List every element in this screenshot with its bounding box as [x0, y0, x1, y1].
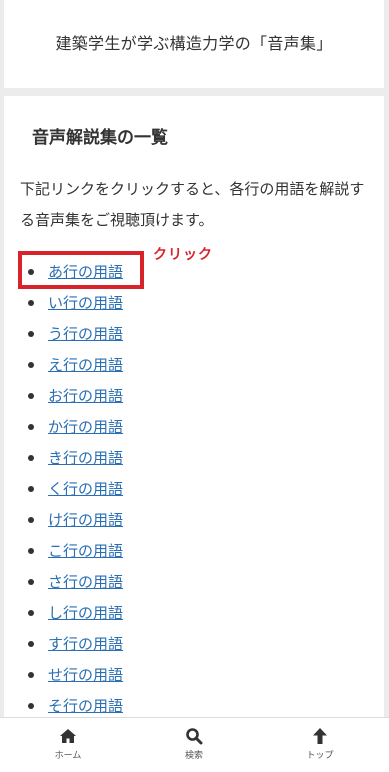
site-title[interactable]: 建築学生が学ぶ構造力学の「音声集」 — [4, 30, 384, 54]
page-title: 音声解説集の一覧 — [32, 128, 168, 148]
bullet — [28, 424, 34, 430]
term-link-se[interactable]: せ行の用語 — [48, 663, 123, 687]
intro-text: 下記リンクをクリックすると、各行の用語を解説する音声集をご視聴頂けます。 — [20, 180, 365, 229]
nav-search-button[interactable]: 検索 — [134, 718, 254, 772]
arrow-up-icon — [313, 728, 327, 744]
term-link-su[interactable]: す行の用語 — [48, 632, 123, 656]
nav-search-label: 検索 — [184, 751, 203, 761]
bullet — [28, 548, 34, 554]
term-link-sa[interactable]: さ行の用語 — [48, 570, 123, 594]
bullet — [28, 610, 34, 616]
bullet — [28, 300, 34, 306]
bullet — [28, 455, 34, 461]
home-icon — [60, 729, 76, 743]
bullet — [28, 517, 34, 523]
term-link-u[interactable]: う行の用語 — [48, 322, 123, 346]
bullet — [28, 703, 34, 709]
highlight-box — [18, 251, 144, 289]
term-link-shi[interactable]: し行の用語 — [48, 601, 123, 625]
term-link-ko[interactable]: こ行の用語 — [48, 539, 123, 563]
bullet — [28, 331, 34, 337]
term-link-ka[interactable]: か行の用語 — [48, 415, 123, 439]
bullet — [28, 579, 34, 585]
term-link-o[interactable]: お行の用語 — [48, 384, 123, 408]
site-header: 建築学生が学ぶ構造力学の「音声集」 — [4, 0, 384, 88]
nav-home-label: ホーム — [54, 751, 82, 761]
term-link-ke[interactable]: け行の用語 — [48, 508, 123, 532]
bullet — [28, 393, 34, 399]
search-icon — [186, 728, 203, 745]
term-link-i[interactable]: い行の用語 — [48, 291, 123, 315]
nav-top-label: トップ — [306, 751, 334, 761]
bullet — [28, 672, 34, 678]
term-link-ku[interactable]: く行の用語 — [48, 477, 123, 501]
bullet — [28, 486, 34, 492]
term-link-so[interactable]: そ行の用語 — [48, 694, 123, 718]
nav-home-button[interactable]: ホーム — [8, 718, 128, 772]
term-link-e[interactable]: え行の用語 — [48, 353, 123, 377]
bullet — [28, 641, 34, 647]
bottom-nav: ホーム 検索 トップ — [0, 717, 389, 772]
term-link-ki[interactable]: き行の用語 — [48, 446, 123, 470]
bullet — [28, 362, 34, 368]
click-annotation: クリック — [153, 247, 213, 263]
nav-top-button[interactable]: トップ — [260, 718, 380, 772]
